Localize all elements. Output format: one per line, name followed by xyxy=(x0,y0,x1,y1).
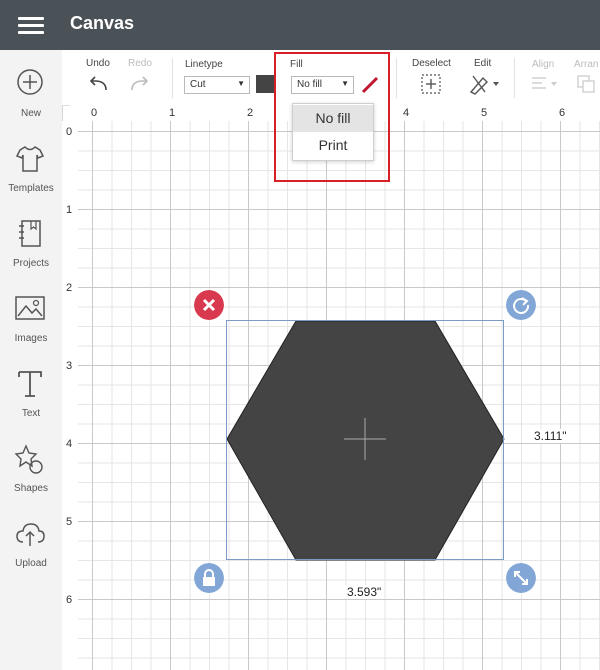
align-label: Align xyxy=(532,59,555,70)
align-icon xyxy=(532,77,557,89)
ruler-label: 0 xyxy=(66,126,73,138)
sidebar-item-text[interactable]: Text xyxy=(0,368,62,438)
ruler-label: 0 xyxy=(91,107,98,119)
sidebar-item-templates[interactable]: Templates xyxy=(0,143,62,213)
divider xyxy=(514,58,515,98)
shapes-icon xyxy=(14,444,43,474)
linetype-select[interactable]: Cut ▼ xyxy=(184,76,250,94)
chevron-down-icon: ▼ xyxy=(237,79,245,88)
fill-option-no-fill[interactable]: No fill xyxy=(293,105,373,132)
ruler-label: 6 xyxy=(559,107,566,119)
notebook-icon xyxy=(19,220,41,247)
tshirt-icon xyxy=(15,146,45,172)
lock-handle-icon[interactable] xyxy=(194,563,224,593)
divider xyxy=(396,58,397,98)
vertical-ruler: 0 1 2 3 4 5 6 xyxy=(62,121,79,670)
ruler-label: 1 xyxy=(66,204,73,216)
delete-handle-icon[interactable] xyxy=(194,290,224,320)
resize-handle-icon[interactable] xyxy=(506,563,536,593)
fill-dropdown-menu: No fill Print xyxy=(292,103,374,161)
ruler-label: 4 xyxy=(403,107,410,119)
deselect-icon[interactable] xyxy=(420,73,442,95)
ruler-label: 1 xyxy=(169,107,176,119)
page-title: Canvas xyxy=(70,13,135,33)
selection-box xyxy=(226,320,504,560)
sidebar-item-upload[interactable]: Upload xyxy=(0,518,62,588)
sidebar-item-label: Projects xyxy=(12,258,50,269)
linetype-color-swatch[interactable] xyxy=(256,75,274,93)
sidebar-item-label: Upload xyxy=(15,558,47,569)
edit-label: Edit xyxy=(474,58,492,69)
arrange-label: Arran xyxy=(574,59,599,70)
edit-icon[interactable] xyxy=(468,73,502,95)
linetype-value: Cut xyxy=(190,79,206,90)
image-icon xyxy=(15,296,45,320)
rotate-handle-icon[interactable] xyxy=(506,290,536,320)
text-t-icon xyxy=(18,371,42,397)
sidebar-item-label: Shapes xyxy=(14,483,48,494)
sidebar-item-images[interactable]: Images xyxy=(0,293,62,363)
ruler-label: 2 xyxy=(66,282,73,294)
plus-circle-icon xyxy=(17,69,43,95)
ruler-label: 3 xyxy=(66,360,73,372)
arrange-icon xyxy=(577,75,595,93)
height-dimension-label: 3.111" xyxy=(532,429,569,443)
cloud-upload-icon xyxy=(16,523,45,546)
sidebar: New Templates Projects Images Text Shape… xyxy=(0,50,63,670)
ruler-label: 4 xyxy=(66,438,73,450)
sidebar-item-label: New xyxy=(20,108,41,119)
ruler-label: 6 xyxy=(66,594,73,606)
deselect-label: Deselect xyxy=(412,58,451,69)
top-bar: Canvas xyxy=(0,0,600,50)
ruler-label: 2 xyxy=(247,107,254,119)
width-dimension-label: 3.593" xyxy=(345,585,384,599)
sidebar-item-projects[interactable]: Projects xyxy=(0,218,62,288)
divider xyxy=(172,58,173,98)
sidebar-item-label: Templates xyxy=(8,183,54,194)
sidebar-item-shapes[interactable]: Shapes xyxy=(0,443,62,513)
menu-icon[interactable] xyxy=(18,17,44,35)
ruler-label: 5 xyxy=(66,516,73,528)
linetype-label: Linetype xyxy=(185,59,223,70)
sidebar-item-label: Images xyxy=(14,333,48,344)
undo-label: Undo xyxy=(86,58,110,69)
fill-option-print[interactable]: Print xyxy=(293,132,373,159)
redo-icon[interactable] xyxy=(128,74,152,94)
sidebar-item-label: Text xyxy=(21,408,41,419)
undo-icon[interactable] xyxy=(86,74,110,94)
ruler-label: 5 xyxy=(481,107,488,119)
sidebar-item-new[interactable]: New xyxy=(0,68,62,138)
redo-label: Redo xyxy=(128,58,152,69)
